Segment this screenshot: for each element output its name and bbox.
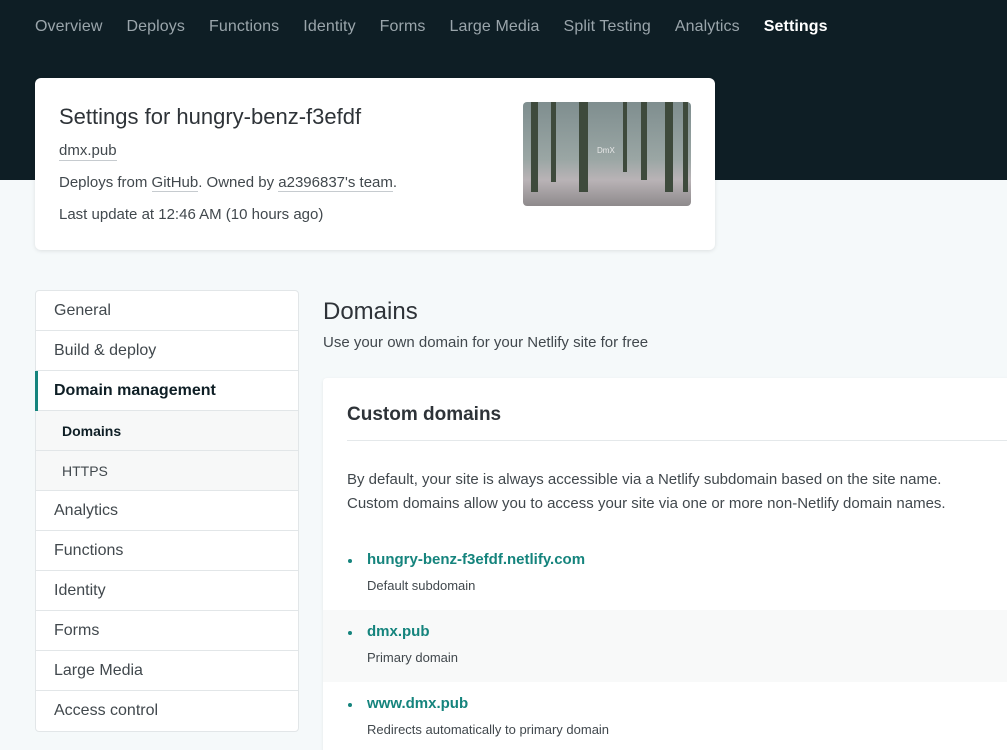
bullet-icon (348, 631, 352, 635)
deploy-prefix: Deploys from (59, 174, 152, 191)
page-title: Domains (323, 298, 418, 325)
tab-forms[interactable]: Forms (380, 18, 426, 36)
sidebar-subitem-domains[interactable]: Domains (36, 411, 298, 451)
domain-note: Redirects automatically to primary domai… (367, 722, 610, 737)
tab-large-media[interactable]: Large Media (450, 18, 540, 36)
site-thumbnail[interactable]: DmX (523, 102, 691, 206)
site-summary-card: Settings for hungry-benz-f3efdf dmx.pub … (35, 78, 715, 250)
domain-link[interactable]: dmx.pub (367, 623, 430, 640)
team-link[interactable]: a2396837's team (278, 174, 393, 192)
settings-sidebar: General Build & deploy Domain management… (35, 290, 299, 732)
domain-link[interactable]: www.dmx.pub (367, 695, 468, 712)
sidebar-item-forms[interactable]: Forms (36, 611, 298, 651)
site-title: Settings for hungry-benz-f3efdf (59, 104, 362, 129)
sidebar-item-general[interactable]: General (36, 291, 298, 331)
bullet-icon (348, 703, 352, 707)
last-update: Last update at 12:46 AM (10 hours ago) (59, 206, 324, 223)
top-navigation: Overview Deploys Functions Identity Form… (35, 0, 852, 54)
thumbnail-logo-text: DmX (597, 146, 615, 155)
tab-overview[interactable]: Overview (35, 18, 102, 36)
sidebar-item-functions[interactable]: Functions (36, 531, 298, 571)
tab-split-testing[interactable]: Split Testing (564, 18, 651, 36)
list-item: dmx.pub Primary domain (323, 610, 1007, 682)
custom-domains-card: Custom domains By default, your site is … (323, 378, 1007, 750)
sidebar-item-analytics[interactable]: Analytics (36, 491, 298, 531)
page-subtitle: Use your own domain for your Netlify sit… (323, 334, 649, 351)
sidebar-item-build-deploy[interactable]: Build & deploy (36, 331, 298, 371)
list-item: hungry-benz-f3efdf.netlify.com Default s… (323, 538, 1007, 610)
site-domain-link[interactable]: dmx.pub (59, 142, 117, 161)
tab-deploys[interactable]: Deploys (126, 18, 185, 36)
domain-link[interactable]: hungry-benz-f3efdf.netlify.com (367, 551, 585, 568)
list-item: www.dmx.pub Redirects automatically to p… (323, 682, 1007, 750)
card-divider (347, 440, 1007, 441)
description-line-1: By default, your site is always accessib… (347, 471, 942, 488)
custom-domains-title: Custom domains (347, 404, 502, 425)
github-link[interactable]: GitHub (151, 174, 199, 192)
custom-domains-description: By default, your site is always accessib… (347, 468, 1007, 516)
sidebar-item-large-media[interactable]: Large Media (36, 651, 298, 691)
deploy-suffix: . (392, 174, 398, 191)
tab-identity[interactable]: Identity (303, 18, 355, 36)
tab-functions[interactable]: Functions (209, 18, 279, 36)
bullet-icon (348, 559, 352, 563)
sidebar-item-access-control[interactable]: Access control (36, 691, 298, 731)
deploy-info: Deploys from GitHub. Owned by a2396837's… (59, 174, 398, 192)
domain-note: Default subdomain (367, 578, 476, 593)
description-line-2: Custom domains allow you to access your … (347, 495, 946, 512)
tab-analytics[interactable]: Analytics (675, 18, 740, 36)
domain-note: Primary domain (367, 650, 459, 665)
sidebar-item-domain-management[interactable]: Domain management (35, 371, 298, 411)
deploy-mid: . Owned by (198, 174, 279, 191)
sidebar-item-identity[interactable]: Identity (36, 571, 298, 611)
tab-settings[interactable]: Settings (764, 18, 828, 36)
sidebar-subitem-https[interactable]: HTTPS (36, 451, 298, 491)
